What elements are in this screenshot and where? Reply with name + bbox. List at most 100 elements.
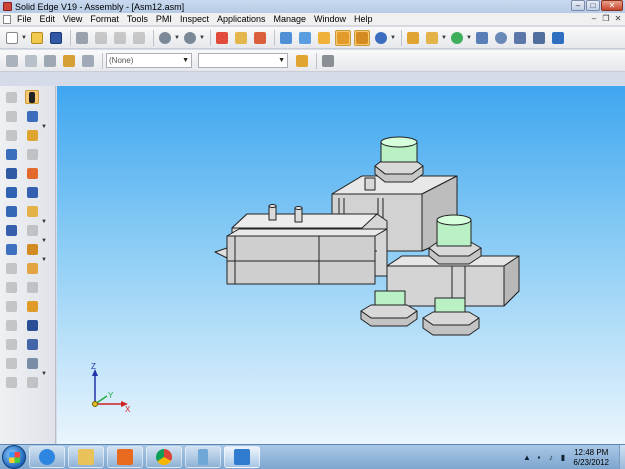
start-button[interactable]: [2, 445, 26, 469]
select-tools-button[interactable]: [42, 53, 58, 69]
shell-button[interactable]: [25, 280, 39, 294]
assembly-pathfinder-button[interactable]: [4, 53, 20, 69]
explode-button[interactable]: [25, 299, 39, 313]
wire-button[interactable]: [25, 147, 39, 161]
configurations-button[interactable]: [80, 53, 96, 69]
assembly-model[interactable]: Z Y X: [57, 86, 625, 444]
sketch-plane-button[interactable]: [25, 356, 39, 370]
close-button[interactable]: ✕: [601, 0, 623, 11]
hex-nut-bottom-right[interactable]: [422, 311, 480, 326]
insert-part-button[interactable]: [233, 30, 249, 46]
taskbar-solid-edge[interactable]: [224, 446, 260, 468]
component-dropdown-arrow[interactable]: ▼: [441, 35, 447, 41]
frame-design-button[interactable]: [25, 204, 39, 218]
replace-part-button[interactable]: [252, 30, 268, 46]
layer-combo[interactable]: (None) ▼: [106, 53, 192, 68]
clock[interactable]: 12:48 PM 6/23/2012: [573, 448, 609, 468]
taskbar-ie[interactable]: [29, 446, 65, 468]
place-part-button[interactable]: [25, 109, 39, 123]
assemble-button[interactable]: [4, 90, 18, 104]
sketch-button[interactable]: [4, 166, 18, 180]
hole-button[interactable]: [4, 204, 18, 218]
coordinate-system-button[interactable]: [25, 337, 39, 351]
move-part-button[interactable]: [4, 109, 18, 123]
visible-edges-button[interactable]: [354, 29, 370, 46]
properties-button[interactable]: [320, 53, 336, 69]
print-button[interactable]: [74, 30, 90, 46]
show-desktop-button[interactable]: [619, 445, 625, 469]
mirror-button[interactable]: [4, 337, 18, 351]
render-button[interactable]: [373, 30, 389, 46]
taskbar-chrome[interactable]: [146, 446, 182, 468]
menu-file[interactable]: File: [13, 14, 36, 24]
menu-edit[interactable]: Edit: [36, 14, 60, 24]
chevron-down-icon[interactable]: ▼: [182, 57, 189, 64]
cut-button[interactable]: [93, 30, 109, 46]
frame-button[interactable]: [4, 375, 18, 389]
network-icon[interactable]: ▲: [522, 453, 531, 462]
dropdown-arrow[interactable]: ▼: [41, 219, 47, 238]
tube-button[interactable]: [25, 185, 39, 199]
doc-restore-button[interactable]: ❐: [601, 14, 611, 24]
menu-tools[interactable]: Tools: [123, 14, 152, 24]
rotate-dropdown-arrow[interactable]: ▼: [466, 35, 472, 41]
minimize-button[interactable]: –: [571, 0, 585, 11]
render-dropdown-arrow[interactable]: ▼: [390, 35, 396, 41]
dropdown-arrow[interactable]: ▼: [41, 124, 47, 219]
insert-component-button[interactable]: [25, 166, 39, 180]
help-button[interactable]: [550, 30, 566, 46]
style-combo[interactable]: ▼: [198, 53, 288, 68]
front-jaw[interactable]: [226, 235, 376, 285]
dropdown-arrow[interactable]: ▼: [41, 257, 47, 371]
pan-button[interactable]: [531, 30, 547, 46]
part-paint-button[interactable]: [25, 261, 39, 275]
signal-icon[interactable]: ▮: [558, 453, 567, 462]
doc-minimize-button[interactable]: –: [589, 14, 599, 24]
menu-manage[interactable]: Manage: [270, 14, 311, 24]
redo-dropdown-arrow[interactable]: ▼: [199, 35, 205, 41]
shaded-button[interactable]: [316, 30, 332, 46]
menu-pmi[interactable]: PMI: [152, 14, 176, 24]
new-dropdown-arrow[interactable]: ▼: [21, 35, 27, 41]
menu-help[interactable]: Help: [350, 14, 377, 24]
pattern-button[interactable]: [4, 318, 18, 332]
undo-button[interactable]: [157, 30, 173, 46]
menu-view[interactable]: View: [59, 14, 86, 24]
cylinder-button[interactable]: [25, 242, 39, 256]
taskbar-media-player[interactable]: [107, 446, 143, 468]
family-button[interactable]: [61, 53, 77, 69]
menu-window[interactable]: Window: [310, 14, 350, 24]
thread-button[interactable]: [4, 299, 18, 313]
new-button[interactable]: [4, 30, 20, 46]
fastener-button[interactable]: [25, 128, 39, 142]
plane-button[interactable]: [4, 242, 18, 256]
copy-button[interactable]: [112, 30, 128, 46]
weld-button[interactable]: [4, 356, 18, 370]
taskbar-explorer[interactable]: [68, 446, 104, 468]
select-tool[interactable]: [25, 90, 39, 104]
delete-faces-button[interactable]: [25, 223, 39, 237]
measure-button[interactable]: [25, 318, 39, 332]
assembly-relationship-button[interactable]: [405, 30, 421, 46]
style-apply-button[interactable]: [294, 53, 310, 69]
maximize-button[interactable]: □: [586, 0, 600, 11]
dropdown-arrow[interactable]: ▼: [41, 371, 47, 377]
extrude-button[interactable]: [4, 147, 18, 161]
revolve-button[interactable]: [4, 185, 18, 199]
view-front-button[interactable]: [297, 30, 313, 46]
document-icon[interactable]: [3, 14, 11, 24]
3d-viewport[interactable]: Z Y X: [57, 86, 625, 444]
flag-icon[interactable]: ▪: [534, 453, 543, 462]
open-button[interactable]: [29, 30, 45, 46]
paste-button[interactable]: [131, 30, 147, 46]
select-tool-button[interactable]: [214, 30, 230, 46]
chevron-down-icon[interactable]: ▼: [278, 57, 285, 64]
rotate-button[interactable]: [449, 30, 465, 46]
dropdown-arrow[interactable]: ▼: [41, 238, 47, 257]
save-button[interactable]: [48, 30, 64, 46]
menu-format[interactable]: Format: [86, 14, 123, 24]
cutout-button[interactable]: [4, 223, 18, 237]
undo-dropdown-arrow[interactable]: ▼: [174, 35, 180, 41]
redo-button[interactable]: [182, 30, 198, 46]
hex-nut-bottom-left[interactable]: [360, 304, 418, 319]
